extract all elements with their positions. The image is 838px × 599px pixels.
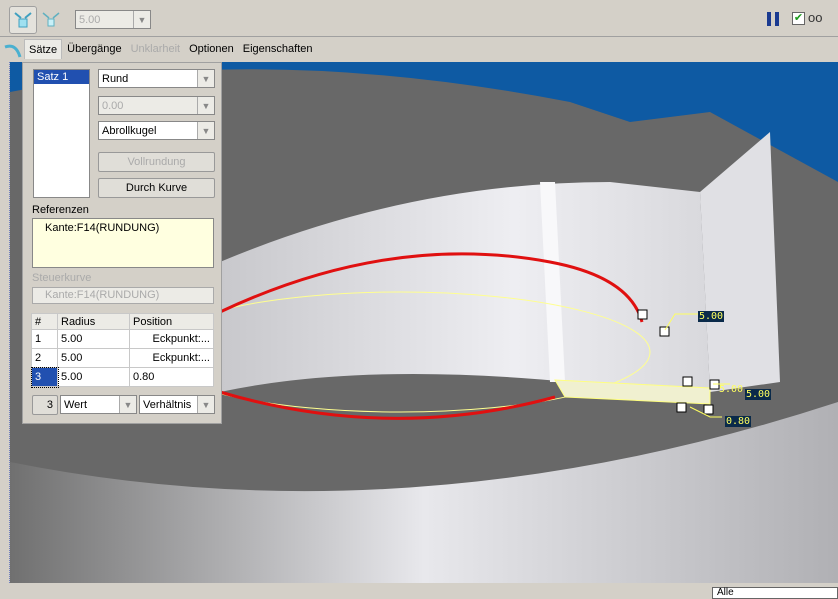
pause-icon[interactable]: [767, 12, 779, 26]
toolbar: 5.00 ▼ ✔ oo: [0, 0, 838, 37]
cell: 3: [30, 366, 59, 388]
driving-curve-field[interactable]: Kante:F14(RUNDUNG): [32, 287, 214, 304]
chevron-down-icon: ▼: [197, 97, 214, 114]
type-value: Wert: [64, 398, 88, 411]
chevron-down-icon: ▼: [197, 396, 214, 413]
through-curve-button[interactable]: Durch Kurve: [98, 178, 215, 198]
chevron-down-icon: ▼: [133, 11, 150, 28]
tab-optionen[interactable]: Optionen: [185, 39, 238, 59]
col-header: Position: [129, 313, 214, 330]
radius-value: 5.00: [79, 13, 101, 26]
radius-table: # Radius Position 1 5.00 Eckpunkt:... 2 5.00 E…: [30, 313, 214, 388]
references-box[interactable]: Kante:F14(RUNDUNG): [32, 218, 214, 268]
dimension-label[interactable]: 0.80: [725, 416, 752, 427]
value-value: 0.00: [102, 99, 124, 112]
tab-unklarheit[interactable]: Unklarheit: [127, 39, 185, 59]
sets-panel: Satz 1 Rund ▼ 0.00 ▼ Abrollkugel ▼ Vollrund…: [22, 62, 222, 424]
cell[interactable]: 5.00: [57, 348, 130, 368]
radius-combo[interactable]: 5.00 ▼: [75, 10, 151, 29]
set-item[interactable]: Satz 1: [34, 70, 89, 84]
shape-value: Rund: [102, 72, 129, 85]
dimension-label[interactable]: 5.00: [718, 384, 744, 395]
cell[interactable]: 5.00: [57, 367, 130, 387]
references-label: Referenzen: [32, 204, 89, 216]
tab-eigenschaften[interactable]: Eigenschaften: [239, 39, 317, 59]
chevron-down-icon: ▼: [197, 70, 214, 87]
mode-select[interactable]: Verhältnis ▼: [139, 395, 215, 414]
cell[interactable]: Eckpunkt:...: [129, 348, 214, 368]
round-tool-icon: [2, 39, 24, 59]
table-row[interactable]: 1 5.00 Eckpunkt:...: [31, 329, 214, 349]
cell[interactable]: 5.00: [57, 329, 130, 349]
cell: 2: [31, 348, 58, 368]
col-header: #: [31, 313, 58, 330]
check-icon[interactable]: ✔: [792, 12, 805, 25]
dimension-label[interactable]: 5.00: [698, 311, 725, 322]
cell: 1: [31, 329, 58, 349]
transition-mode-icon[interactable]: [37, 6, 65, 34]
table-row[interactable]: 2 5.00 Eckpunkt:...: [31, 348, 214, 368]
reference-item[interactable]: Kante:F14(RUNDUNG): [45, 222, 201, 234]
cell[interactable]: 0.80: [129, 367, 214, 387]
chevron-down-icon: ▼: [119, 396, 136, 413]
method-select[interactable]: Abrollkugel ▼: [98, 121, 215, 140]
cell[interactable]: Eckpunkt:...: [129, 329, 214, 349]
set-mode-icon[interactable]: [9, 6, 37, 34]
count-button[interactable]: 3: [32, 395, 58, 415]
glasses-icon[interactable]: oo: [808, 10, 822, 25]
driving-curve-label: Steuerkurve: [32, 272, 92, 284]
full-round-button[interactable]: Vollrundung: [98, 152, 215, 172]
value-select[interactable]: 0.00 ▼: [98, 96, 215, 115]
table-row[interactable]: 3 5.00 0.80: [30, 366, 214, 388]
left-strip: [0, 62, 10, 583]
tab-saetze[interactable]: Sätze: [24, 39, 63, 59]
shape-select[interactable]: Rund ▼: [98, 69, 215, 88]
col-header: Radius: [57, 313, 130, 330]
mode-value: Verhältnis: [143, 398, 192, 411]
type-select[interactable]: Wert ▼: [60, 395, 137, 414]
tab-bar: Sätze Übergänge Unklarheit Optionen Eige…: [0, 37, 838, 61]
sets-list[interactable]: Satz 1: [33, 69, 90, 198]
method-value: Abrollkugel: [102, 124, 157, 137]
dimension-label[interactable]: 5.00: [745, 389, 772, 400]
filter-select[interactable]: Alle: [712, 587, 838, 599]
chevron-down-icon: ▼: [197, 122, 214, 139]
tab-uebergaenge[interactable]: Übergänge: [63, 39, 125, 59]
